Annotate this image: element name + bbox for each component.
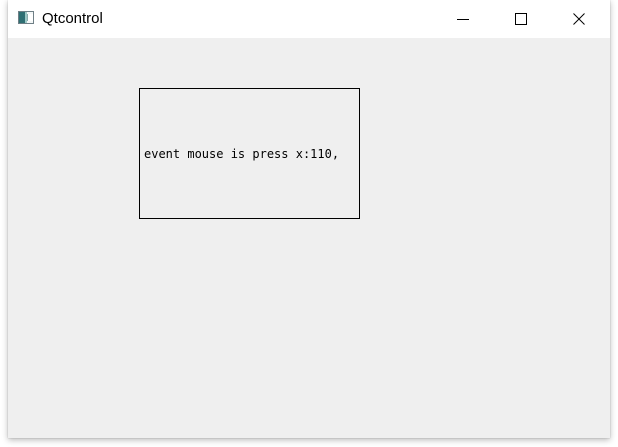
qtcontrol-window: Qtcontrol event mouse is press x:110,	[8, 0, 610, 438]
title-bar[interactable]: Qtcontrol	[8, 0, 610, 38]
client-area[interactable]: event mouse is press x:110,	[8, 38, 610, 438]
window-title: Qtcontrol	[42, 10, 103, 27]
minimize-icon	[457, 19, 469, 20]
maximize-icon	[515, 13, 527, 25]
mouse-event-text: event mouse is press x:110,	[144, 147, 340, 161]
close-icon	[573, 13, 585, 25]
qt-window-icon	[18, 11, 34, 24]
mouse-event-label-frame[interactable]: event mouse is press x:110,	[139, 88, 360, 219]
close-button[interactable]	[550, 0, 608, 38]
desktop: Qtcontrol event mouse is press x:110,	[0, 0, 618, 447]
maximize-button[interactable]	[492, 0, 550, 38]
minimize-button[interactable]	[434, 0, 492, 38]
